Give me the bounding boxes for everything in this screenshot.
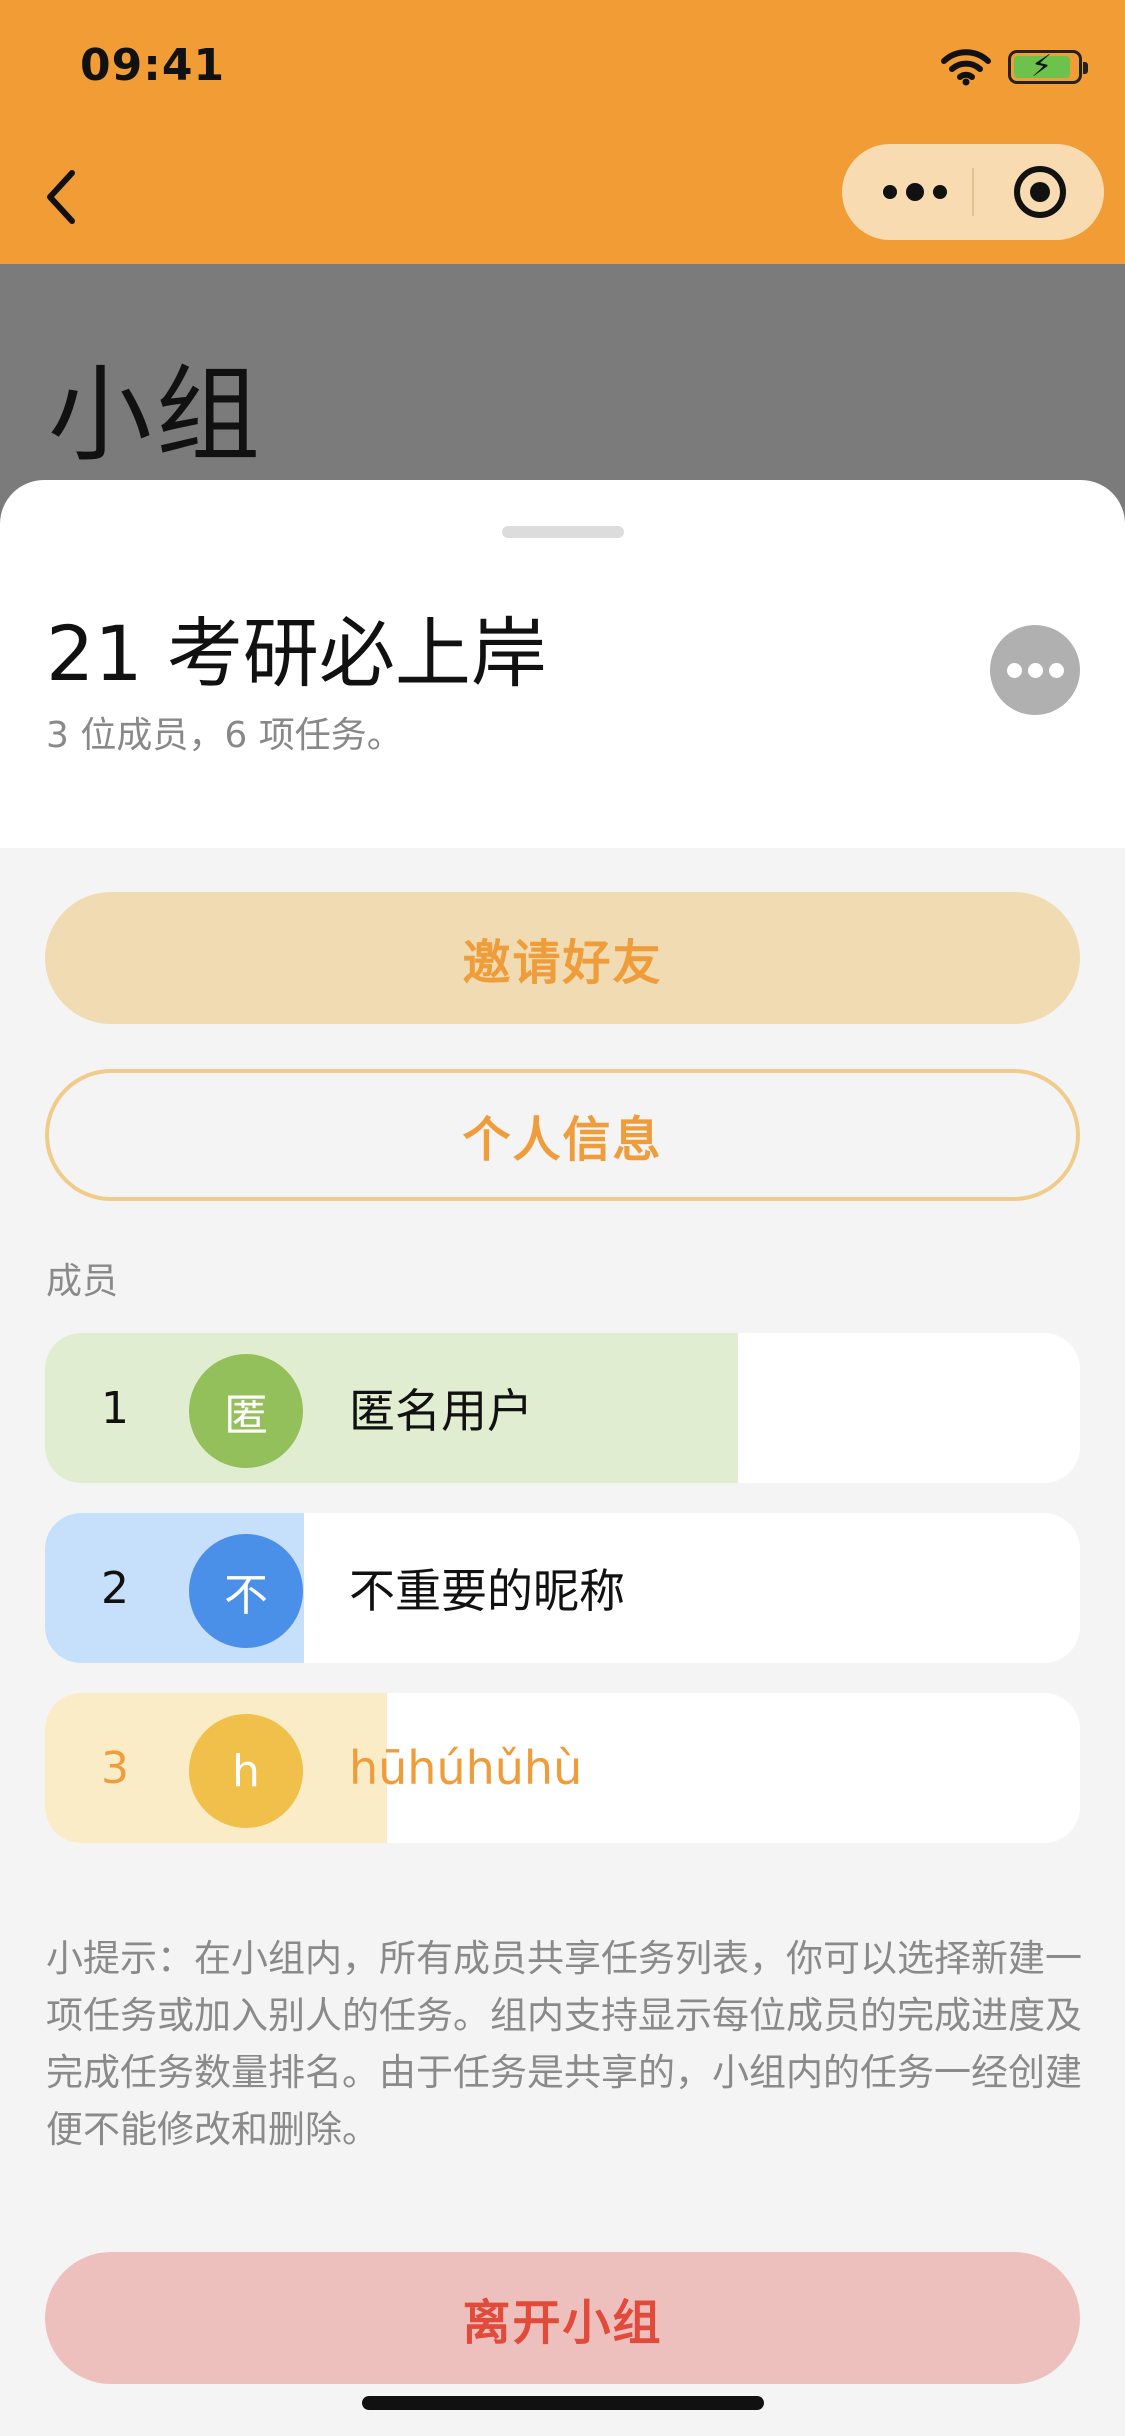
leave-group-button[interactable]: 离开小组 [45,2252,1080,2384]
back-chevron-icon[interactable] [40,165,84,229]
personal-info-button[interactable]: 个人信息 [45,1069,1080,1201]
page-title: 小组 [48,354,265,476]
avatar: h [189,1714,303,1828]
group-summary: 3 位成员，6 项任务。 [46,715,403,756]
member-rank: 2 [101,1562,129,1614]
member-rank: 3 [101,1742,129,1794]
avatar: 匿 [189,1354,303,1468]
member-row[interactable]: 2 不 不重要的昵称 [45,1513,1080,1663]
status-time: 09:41 [80,40,226,91]
top-bar: 09:41 ⚡ [0,0,1125,264]
capsule-divider [972,168,974,216]
members-section-label: 成员 [46,1261,119,1302]
battery-icon: ⚡ [1008,49,1088,84]
target-icon[interactable] [1010,162,1070,222]
member-name: 不重要的昵称 [349,1564,625,1618]
member-row[interactable]: 1 匿 匿名用户 [45,1333,1080,1483]
sheet-drag-handle[interactable] [502,526,624,538]
invite-friends-button[interactable]: 邀请好友 [45,892,1080,1024]
group-more-button[interactable] [990,625,1080,715]
member-row[interactable]: 3 h hūhúhǔhù [45,1693,1080,1843]
group-screen: 09:41 ⚡ 小组 21 考研必上岸 3 位成员，6 项任务。 邀请好友 个人… [0,0,1125,2436]
tip-text: 小提示：在小组内，所有成员共享任务列表，你可以选择新建一项任务或加入别人的任务。… [46,1937,1082,2151]
home-indicator [362,2396,764,2410]
member-name: 匿名用户 [349,1384,533,1438]
more-dots-icon[interactable] [880,178,950,206]
avatar: 不 [189,1534,303,1648]
member-name: hūhúhǔhù [349,1741,583,1795]
more-dots-icon [1007,663,1022,678]
miniprogram-capsule [842,144,1104,240]
member-rank: 1 [101,1382,129,1434]
wifi-icon [941,49,991,86]
group-name: 21 考研必上岸 [46,609,547,698]
